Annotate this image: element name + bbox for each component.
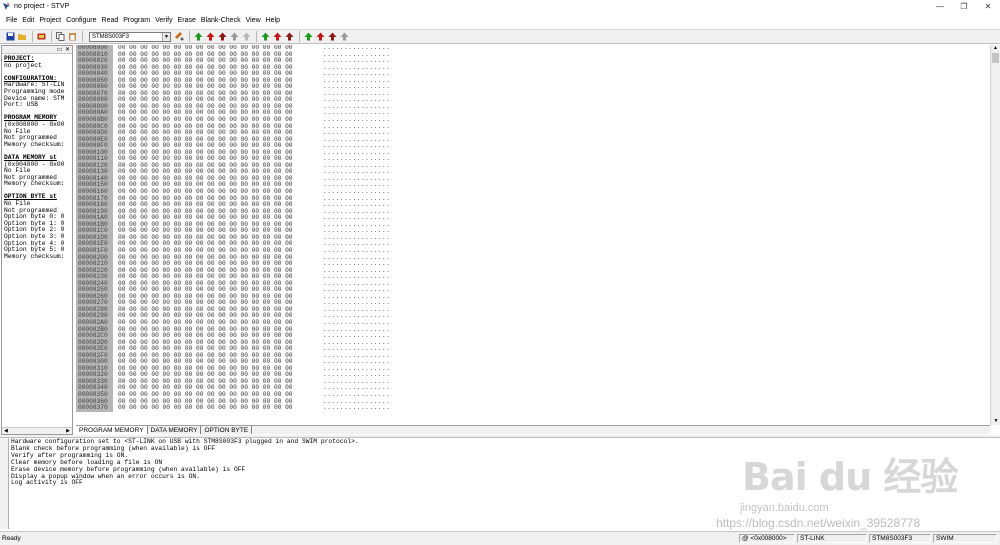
- menu-program[interactable]: Program: [123, 17, 150, 24]
- title-bar: no project - STVP — ❐ ✕: [0, 0, 1000, 12]
- log-panel: Hardware configuration set to <ST-LINK o…: [0, 438, 1000, 529]
- status-bar: Ready @ <0x008000> ST-LINK STM8S003F3 SW…: [0, 531, 1000, 545]
- log-gutter: [0, 438, 9, 529]
- hex-ascii[interactable]: ................: [323, 405, 390, 412]
- device-select-value: STM8S003F3: [92, 33, 130, 40]
- menu-view[interactable]: View: [246, 17, 261, 24]
- verify-all-icon[interactable]: [241, 32, 251, 42]
- info-line: Memory checksum:: [4, 252, 65, 260]
- info-line: no project: [4, 61, 42, 69]
- program-icon[interactable]: [260, 32, 270, 42]
- stvp-app-icon: [2, 2, 11, 11]
- minimize-button[interactable]: —: [928, 0, 952, 12]
- scroll-down-icon[interactable]: ▼: [991, 418, 1000, 425]
- menu-read[interactable]: Read: [102, 17, 119, 24]
- scroll-right-icon[interactable]: ▶: [66, 428, 70, 434]
- status-protocol: SWIM: [933, 534, 997, 543]
- read-all-icon[interactable]: [217, 32, 227, 42]
- window-title: no project - STVP: [14, 2, 70, 10]
- blank-check-all-icon[interactable]: [339, 32, 349, 42]
- status-ready: Ready: [2, 535, 21, 542]
- paste-icon[interactable]: [67, 32, 77, 42]
- maximize-button[interactable]: ❐: [952, 0, 976, 12]
- status-device: STM8S003F3: [869, 534, 931, 543]
- panel-close-icon[interactable]: ✕: [64, 46, 71, 53]
- log-text: Hardware configuration set to <ST-LINK o…: [11, 438, 359, 487]
- chevron-down-icon[interactable]: ▼: [162, 32, 170, 41]
- scroll-up-icon[interactable]: ▲: [991, 45, 1000, 52]
- menu-verify[interactable]: Verify: [155, 17, 173, 24]
- open-icon[interactable]: [17, 32, 27, 42]
- menu-erase[interactable]: Erase: [178, 17, 196, 24]
- hex-row[interactable]: 00008370 00 00 00 00 00 00 00 00 00 00 00…: [76, 405, 1000, 412]
- toolbar-separator: [82, 31, 83, 42]
- erase-icon[interactable]: [303, 32, 313, 42]
- menu-project[interactable]: Project: [39, 17, 61, 24]
- project-info-panel: ▭ ✕ PROJECT: no project CONFIGURATION: Hard…: [1, 45, 73, 435]
- tab-data-memory[interactable]: DATA MEMORY: [148, 426, 202, 434]
- status-address: @ <0x008000>: [739, 534, 795, 543]
- panel-restore-icon[interactable]: ▭: [56, 46, 63, 53]
- menu-help[interactable]: Help: [266, 17, 280, 24]
- read-current-icon[interactable]: [205, 32, 215, 42]
- scroll-thumb[interactable]: [992, 53, 999, 63]
- read-icon[interactable]: [193, 32, 203, 42]
- horizontal-scrollbar[interactable]: ◀ ▶: [2, 427, 72, 434]
- close-button[interactable]: ✕: [976, 0, 1000, 12]
- menu-bar: File Edit Project Configure Read Program…: [0, 14, 1000, 27]
- tab-program-memory[interactable]: PROGRAM MEMORY: [76, 426, 148, 434]
- hex-bytes[interactable]: 00 00 00 00 00 00 00 00 00 00 00 00 00 0…: [118, 405, 323, 412]
- menu-configure[interactable]: Configure: [66, 17, 96, 24]
- info-line: Memory checksum:: [4, 180, 65, 188]
- toolbar-separator: [256, 31, 257, 42]
- verify-icon[interactable]: [229, 32, 239, 42]
- memory-tabs: PROGRAM MEMORY DATA MEMORY OPTION BYTE: [76, 425, 990, 434]
- tab-option-byte[interactable]: OPTION BYTE: [201, 426, 253, 434]
- copy-icon[interactable]: [55, 32, 65, 42]
- blank-check-icon[interactable]: [327, 32, 337, 42]
- memory-hex-view[interactable]: 00008000 00 00 00 00 00 00 00 00 00 00 00…: [76, 45, 1000, 425]
- toolbar-separator: [51, 31, 52, 42]
- device-select[interactable]: STM8S003F3 ▼: [89, 31, 171, 42]
- info-line: Port: USB: [4, 101, 39, 109]
- toolbar-separator: [32, 31, 33, 42]
- toolbar: STM8S003F3 ▼: [0, 29, 1000, 44]
- menu-blank-check[interactable]: Blank-Check: [201, 17, 241, 24]
- project-icon[interactable]: [36, 32, 46, 42]
- program-current-icon[interactable]: [272, 32, 282, 42]
- vertical-scrollbar[interactable]: ▲ ▼: [990, 45, 1000, 425]
- project-info-text: PROJECT: no project CONFIGURATION: Hardware…: [2, 54, 72, 428]
- erase-all-icon[interactable]: [315, 32, 325, 42]
- save-icon[interactable]: [5, 32, 15, 42]
- scroll-left-icon[interactable]: ◀: [4, 428, 8, 434]
- menu-edit[interactable]: Edit: [22, 17, 34, 24]
- settings-icon[interactable]: [174, 32, 184, 42]
- toolbar-separator: [189, 31, 190, 42]
- menu-file[interactable]: File: [6, 17, 17, 24]
- log-line: Log activity is OFF: [11, 479, 83, 487]
- status-hardware: ST-LINK: [797, 534, 867, 543]
- program-all-icon[interactable]: [284, 32, 294, 42]
- toolbar-separator: [299, 31, 300, 42]
- panel-header: ▭ ✕: [2, 46, 72, 54]
- info-line: Memory checksum:: [4, 140, 65, 148]
- hex-address: 00008370: [76, 405, 113, 412]
